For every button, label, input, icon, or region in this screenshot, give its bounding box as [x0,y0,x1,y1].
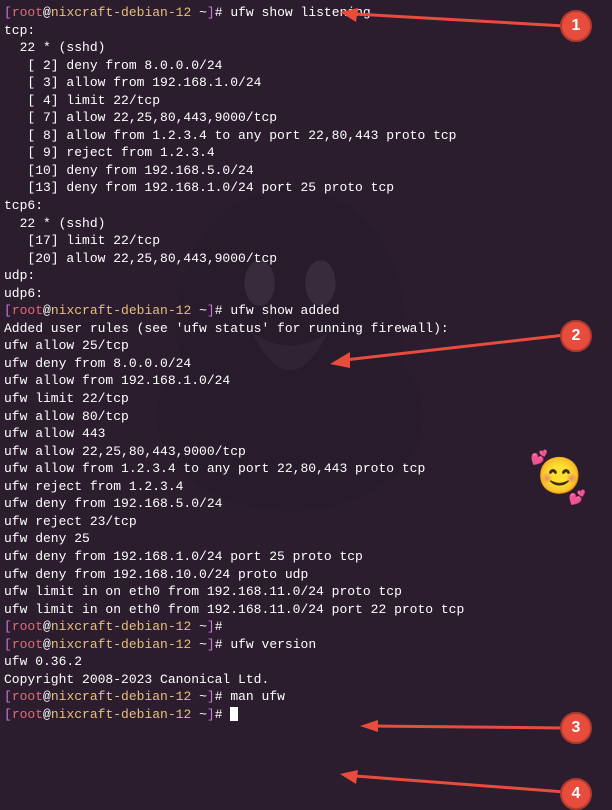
output-line: Copyright 2008-2023 Canonical Ltd. [4,671,608,689]
output-line: [ 4] limit 22/tcp [4,92,608,110]
output-line: ufw allow 443 [4,425,608,443]
output-line: ufw allow from 1.2.3.4 to any port 22,80… [4,460,608,478]
prompt-path: ~ [191,637,207,652]
heart-icon: 💕 [569,490,586,507]
prompt-host: nixcraft-debian-12 [51,707,191,722]
output-line: ufw deny from 192.168.5.0/24 [4,495,608,513]
prompt-user: root [12,619,43,634]
prompt-at: @ [43,637,51,652]
output-line: udp6: [4,285,608,303]
prompt-at: @ [43,303,51,318]
prompt-bracket: [ [4,689,12,704]
output-line: [10] deny from 192.168.5.0/24 [4,162,608,180]
prompt-bracket-close: ] [207,637,215,652]
annotation-arrow-1 [340,8,565,38]
prompt-at: @ [43,5,51,20]
prompt-user: root [12,5,43,20]
output-line: ufw deny from 192.168.1.0/24 port 25 pro… [4,548,608,566]
annotation-arrow-4 [340,770,565,800]
prompt-hash: # [215,303,231,318]
output-line: ufw reject from 1.2.3.4 [4,478,608,496]
output-line: [20] allow 22,25,80,443,9000/tcp [4,250,608,268]
prompt-bracket-close: ] [207,707,215,722]
output-line: ufw limit in on eth0 from 192.168.11.0/2… [4,583,608,601]
prompt-path: ~ [191,5,207,20]
output-line: ufw limit 22/tcp [4,390,608,408]
prompt-at: @ [43,689,51,704]
output-line: [17] limit 22/tcp [4,232,608,250]
prompt-hash: # [215,619,231,634]
annotation-badge-3: 3 [560,712,592,744]
command-3: ufw version [230,637,316,652]
output-line: ufw deny from 192.168.10.0/24 proto udp [4,566,608,584]
prompt-hash: # [215,707,231,722]
prompt-at: @ [43,707,51,722]
annotation-arrow-3 [360,718,565,738]
prompt-host: nixcraft-debian-12 [51,637,191,652]
output-line: [ 7] allow 22,25,80,443,9000/tcp [4,109,608,127]
prompt-hash: # [215,637,231,652]
prompt-bracket-close: ] [207,303,215,318]
prompt-host: nixcraft-debian-12 [51,5,191,20]
prompt-user: root [12,707,43,722]
output-line: [ 9] reject from 1.2.3.4 [4,144,608,162]
prompt-bracket: [ [4,619,12,634]
prompt-bracket: [ [4,303,12,318]
prompt-path: ~ [191,619,207,634]
prompt-bracket: [ [4,5,12,20]
prompt-user: root [12,637,43,652]
output-line: ufw allow 22,25,80,443,9000/tcp [4,443,608,461]
annotation-arrow-2 [330,330,565,370]
command-4: man ufw [230,689,285,704]
output-line: 22 * (sshd) [4,39,608,57]
output-line: tcp6: [4,197,608,215]
prompt-at: @ [43,619,51,634]
output-line: [ 2] deny from 8.0.0.0/24 [4,57,608,75]
prompt-path: ~ [191,707,207,722]
prompt-hash: # [215,5,231,20]
output-line: ufw limit in on eth0 from 192.168.11.0/2… [4,601,608,619]
prompt-host: nixcraft-debian-12 [51,619,191,634]
prompt-host: nixcraft-debian-12 [51,303,191,318]
prompt-bracket-close: ] [207,5,215,20]
prompt-bracket: [ [4,707,12,722]
prompt-hash: # [215,689,231,704]
output-line: [ 8] allow from 1.2.3.4 to any port 22,8… [4,127,608,145]
output-line: [ 3] allow from 192.168.1.0/24 [4,74,608,92]
heart-icon: 💕 [531,450,548,467]
output-line: [13] deny from 192.168.1.0/24 port 25 pr… [4,179,608,197]
prompt-host: nixcraft-debian-12 [51,689,191,704]
annotation-badge-2: 2 [560,320,592,352]
output-line: ufw allow from 192.168.1.0/24 [4,372,608,390]
prompt-path: ~ [191,689,207,704]
output-line: ufw deny 25 [4,530,608,548]
output-line: ufw 0.36.2 [4,653,608,671]
output-line: ufw allow 80/tcp [4,408,608,426]
prompt-path: ~ [191,303,207,318]
cursor[interactable] [230,707,238,721]
command-2: ufw show added [230,303,339,318]
annotation-badge-1: 1 [560,10,592,42]
prompt-bracket: [ [4,637,12,652]
prompt-user: root [12,303,43,318]
prompt-bracket-close: ] [207,689,215,704]
prompt-bracket-close: ] [207,619,215,634]
output-line: ufw reject 23/tcp [4,513,608,531]
output-line: udp: [4,267,608,285]
output-line: 22 * (sshd) [4,215,608,233]
prompt-user: root [12,689,43,704]
annotation-badge-4: 4 [560,778,592,810]
